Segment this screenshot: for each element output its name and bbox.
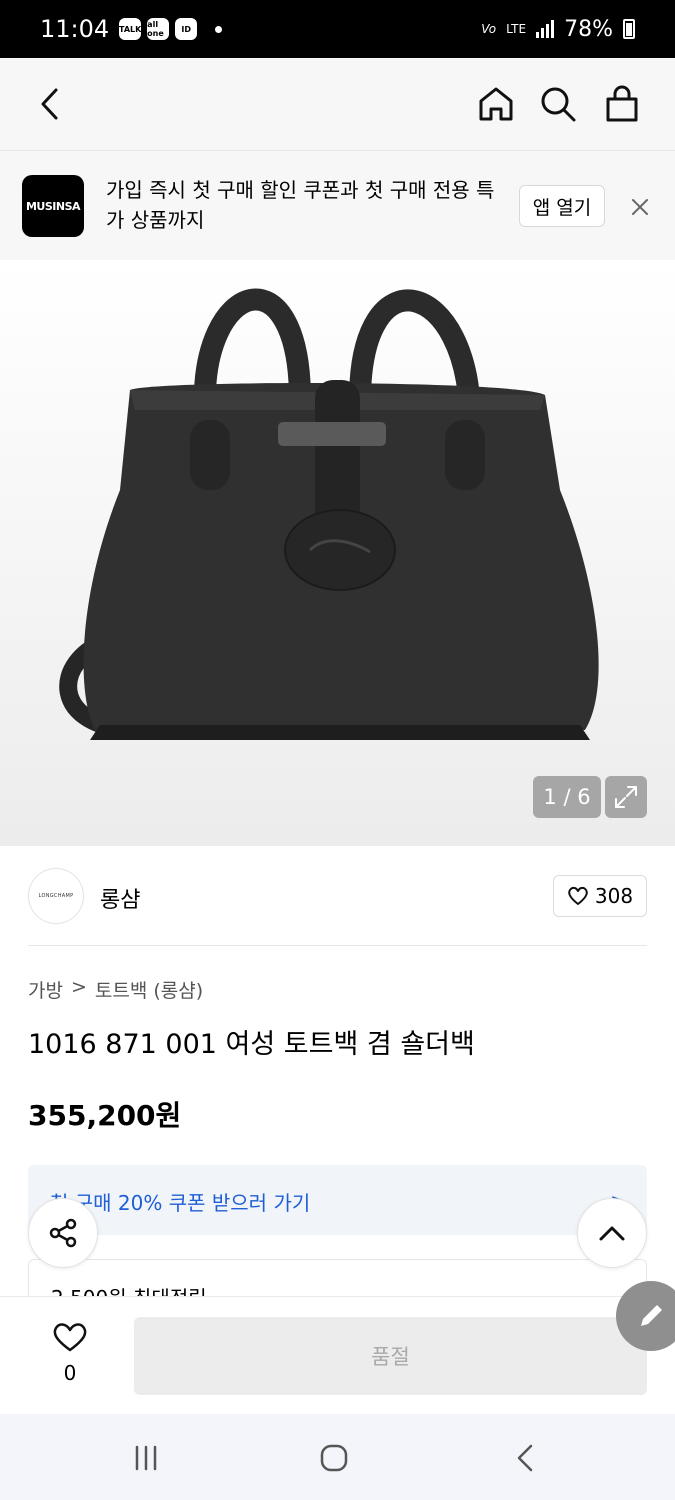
banner-close-button[interactable] xyxy=(626,193,654,221)
heart-icon xyxy=(53,1323,87,1352)
product-price: 355,200원 xyxy=(28,1099,182,1132)
breadcrumb-subcategory[interactable]: 토트백 (롱샴) xyxy=(95,976,203,1003)
lte-indicator: LTE xyxy=(506,21,527,36)
musinsa-logo: MUSINSA xyxy=(22,175,84,237)
share-icon xyxy=(49,1218,77,1248)
signal-icon xyxy=(536,20,555,38)
close-icon xyxy=(632,199,648,215)
product-like-button[interactable]: 0 xyxy=(40,1321,100,1385)
brand-like-count: 308 xyxy=(594,884,634,908)
app-install-banner: MUSINSA 가입 즉시 첫 구매 할인 쿠폰과 첫 구매 전용 특가 상품까… xyxy=(0,150,675,260)
bottom-action-bar: 0 품절 xyxy=(0,1296,675,1414)
product-image-gallery[interactable]: 1 / 6 xyxy=(0,260,675,846)
brand-like-button[interactable]: 308 xyxy=(553,875,647,917)
heart-icon xyxy=(568,886,588,905)
back-arrow-icon xyxy=(517,1444,533,1472)
home-circle-icon xyxy=(320,1444,348,1472)
brand-name[interactable]: 롱샴 xyxy=(100,882,140,914)
scroll-top-button[interactable] xyxy=(577,1198,647,1268)
all-one-icon: all one xyxy=(147,18,170,40)
brand-logo[interactable]: LONGCHAMP xyxy=(28,868,84,924)
recent-apps-icon xyxy=(135,1445,157,1471)
system-navigation-bar xyxy=(0,1414,675,1500)
share-button[interactable] xyxy=(28,1198,98,1268)
open-app-button[interactable]: 앱 열기 xyxy=(519,185,605,227)
image-counter: 1 / 6 xyxy=(533,776,601,818)
soldout-button: 품절 xyxy=(134,1317,647,1395)
first-purchase-coupon-banner[interactable]: 첫 구매 20% 쿠폰 받으러 가기 > xyxy=(28,1165,647,1235)
product-photo xyxy=(59,288,599,740)
shopping-bag-icon xyxy=(606,85,638,122)
back-nav-button[interactable] xyxy=(503,1436,547,1480)
status-time: 11:04 xyxy=(40,15,110,43)
expand-image-button[interactable] xyxy=(605,776,647,818)
breadcrumb: 가방 > 토트백 (롱샴) xyxy=(28,976,203,1003)
status-bar: 11:04 TALK all one ID Vo LTE 78% xyxy=(0,0,675,58)
search-button[interactable] xyxy=(536,82,580,126)
chevron-up-icon xyxy=(599,1226,625,1241)
back-button[interactable] xyxy=(28,82,72,126)
product-like-count: 0 xyxy=(63,1361,77,1385)
product-title: 1016 871 001 여성 토트백 겸 숄더백 xyxy=(28,1029,475,1060)
status-right: Vo LTE 78% xyxy=(481,17,635,42)
notification-dot-icon xyxy=(215,25,223,33)
recent-apps-button[interactable] xyxy=(124,1436,168,1480)
chevron-left-icon xyxy=(41,88,58,120)
expand-icon xyxy=(615,786,637,808)
banner-message: 가입 즉시 첫 구매 할인 쿠폰과 첫 구매 전용 특가 상품까지 xyxy=(106,178,495,232)
id-app-icon: ID xyxy=(175,18,198,40)
home-nav-button[interactable] xyxy=(312,1436,356,1480)
breadcrumb-separator: > xyxy=(70,976,87,998)
search-icon xyxy=(541,87,576,122)
breadcrumb-category[interactable]: 가방 xyxy=(28,976,63,1003)
brand-row: LONGCHAMP 롱샴 308 xyxy=(28,866,647,946)
volte-icon: Vo xyxy=(481,22,497,36)
home-button[interactable] xyxy=(474,82,518,126)
battery-percent: 78% xyxy=(564,16,613,42)
pencil-icon xyxy=(641,1305,662,1326)
app-header xyxy=(0,58,675,150)
battery-icon xyxy=(623,19,635,39)
cart-button[interactable] xyxy=(600,82,644,126)
kakaotalk-icon: TALK xyxy=(119,18,141,40)
home-icon xyxy=(479,87,513,121)
